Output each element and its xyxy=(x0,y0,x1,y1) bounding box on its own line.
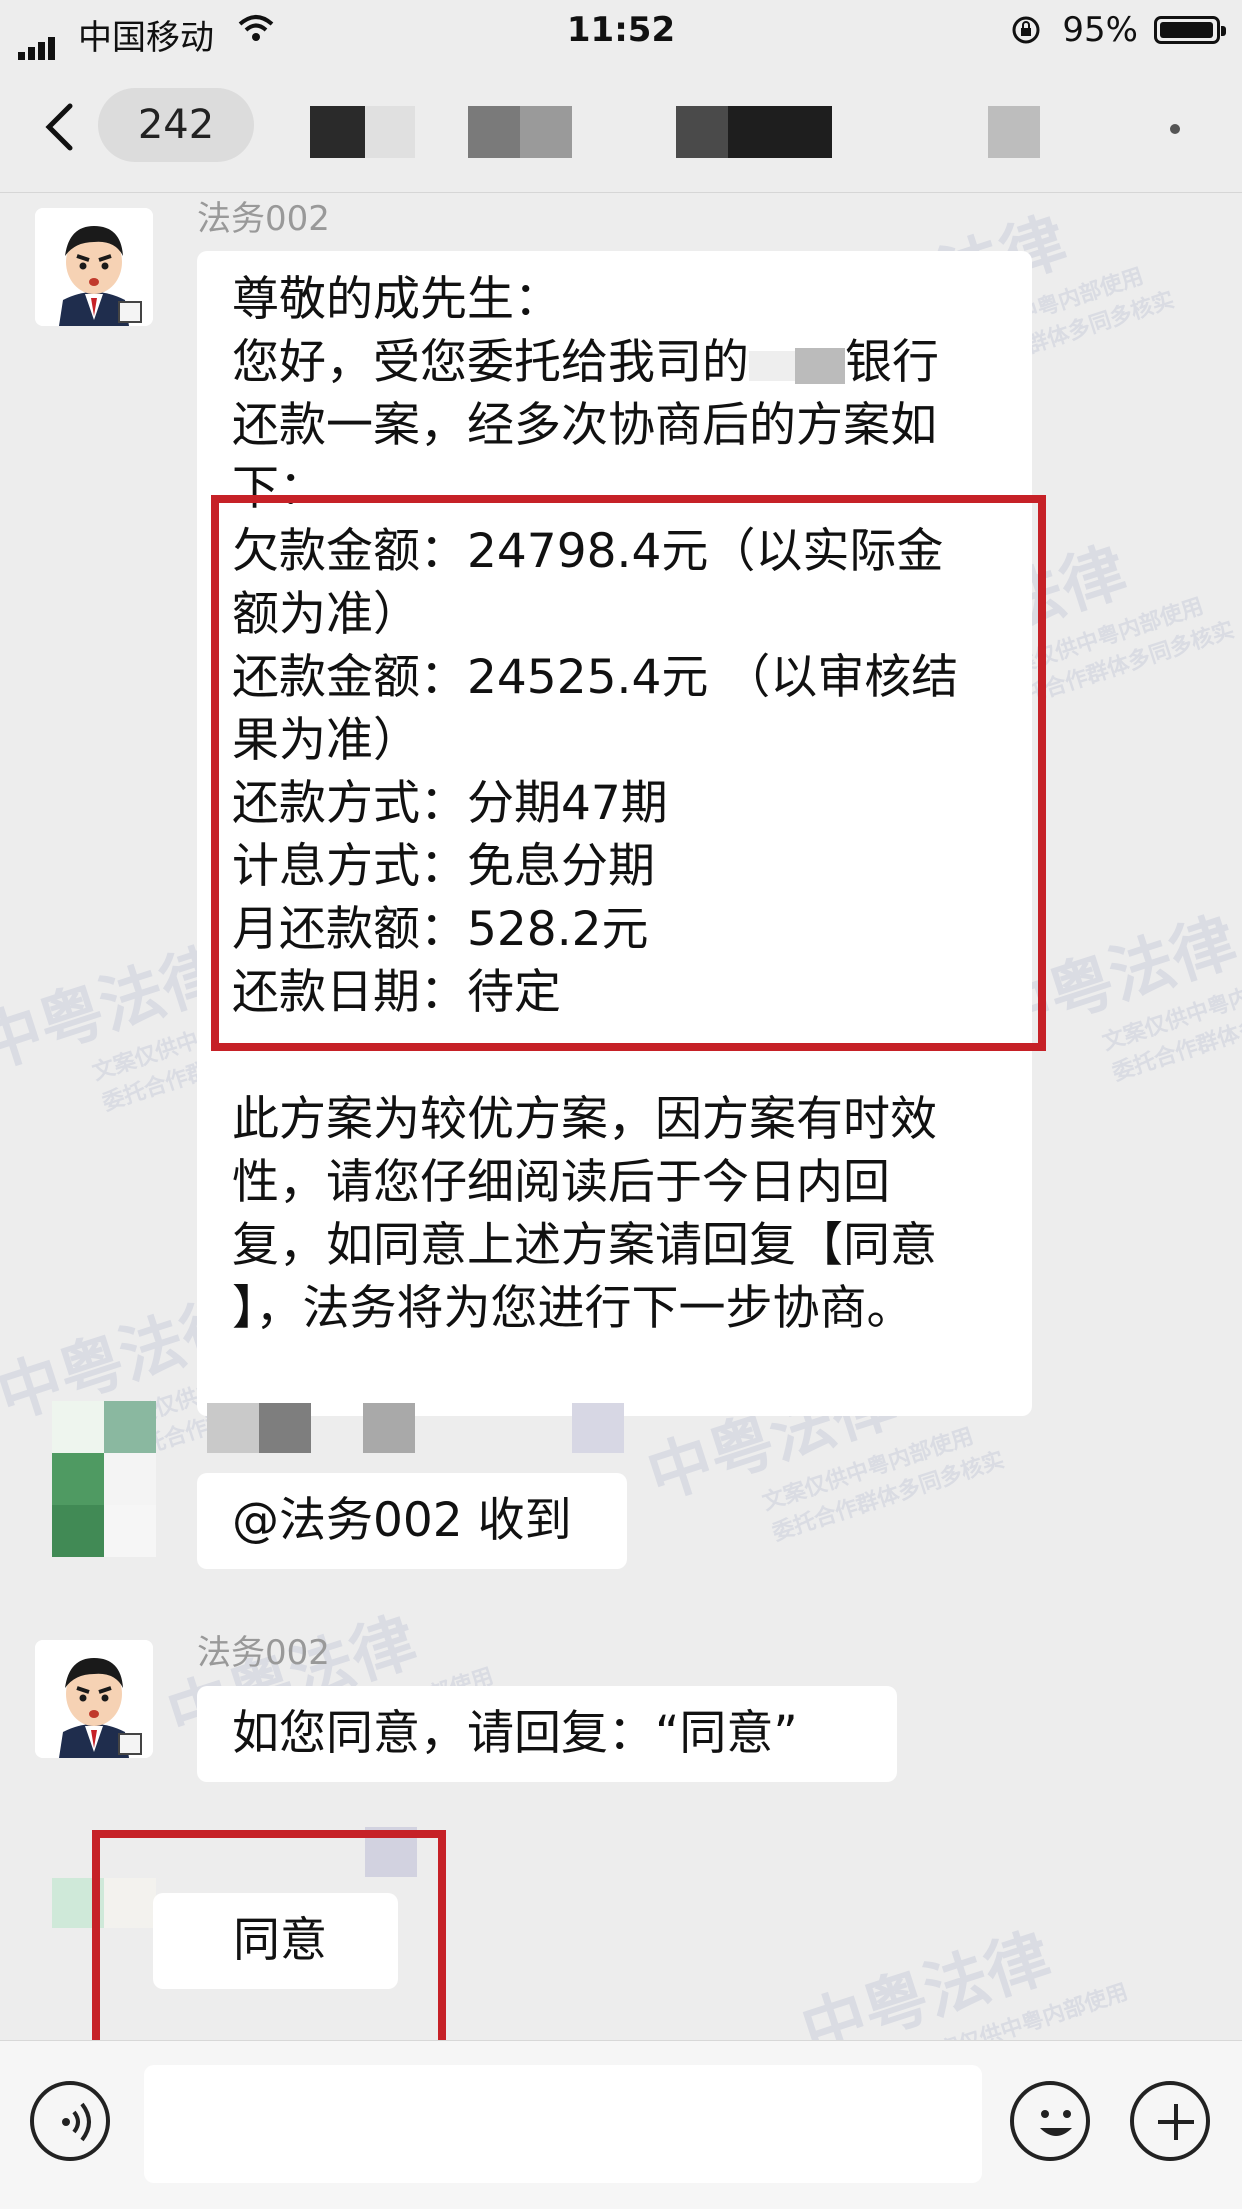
battery-icon xyxy=(1154,16,1226,44)
emoji-icon xyxy=(1040,2110,1072,2136)
sender-name: 法务002 xyxy=(197,199,330,239)
sender-name: 法务002 xyxy=(197,1633,330,1673)
chat-header: 242 xyxy=(0,62,1242,193)
message-text: 如您同意，请回复：“同意” xyxy=(232,1706,798,1761)
unread-count-badge[interactable]: 242 xyxy=(98,88,254,162)
input-bar xyxy=(0,2040,1242,2209)
lawyer-avatar-icon xyxy=(35,1640,153,1758)
battery-percent: 95% xyxy=(1062,10,1138,50)
message-bubble[interactable]: @法务002 收到 xyxy=(197,1473,627,1569)
message-bubble[interactable]: 如您同意，请回复：“同意” xyxy=(197,1686,897,1782)
rotation-lock-icon xyxy=(1012,16,1040,44)
clock: 11:52 xyxy=(566,10,676,50)
plus-icon xyxy=(1158,2104,1194,2140)
more-menu-icon[interactable] xyxy=(1170,124,1180,134)
status-bar: 中国移动 11:52 95% xyxy=(0,0,1242,62)
back-arrow-icon[interactable] xyxy=(44,102,74,152)
message-text: @法务002 收到 xyxy=(232,1493,572,1548)
voice-icon xyxy=(62,2102,91,2142)
plan-highlight-box xyxy=(211,495,1046,1051)
lawyer-avatar-icon xyxy=(35,208,153,326)
avatar-lawyer[interactable] xyxy=(35,208,153,326)
avatar-lawyer[interactable] xyxy=(35,1640,153,1758)
agree-highlight-box xyxy=(92,1830,446,2040)
chat-messages[interactable]: 中粤法律 文案仅供中粤内部使用 委托合作群体多同多核实 中粤法律 文案仅供中粤内… xyxy=(0,193,1242,2040)
more-actions-button[interactable] xyxy=(1130,2081,1210,2161)
voice-input-button[interactable] xyxy=(30,2081,110,2161)
message-input[interactable] xyxy=(144,2065,982,2183)
watermark: 中粤法律 文案仅供中粤内部使用 xyxy=(793,1920,1132,2040)
emoji-button[interactable] xyxy=(1010,2081,1090,2161)
